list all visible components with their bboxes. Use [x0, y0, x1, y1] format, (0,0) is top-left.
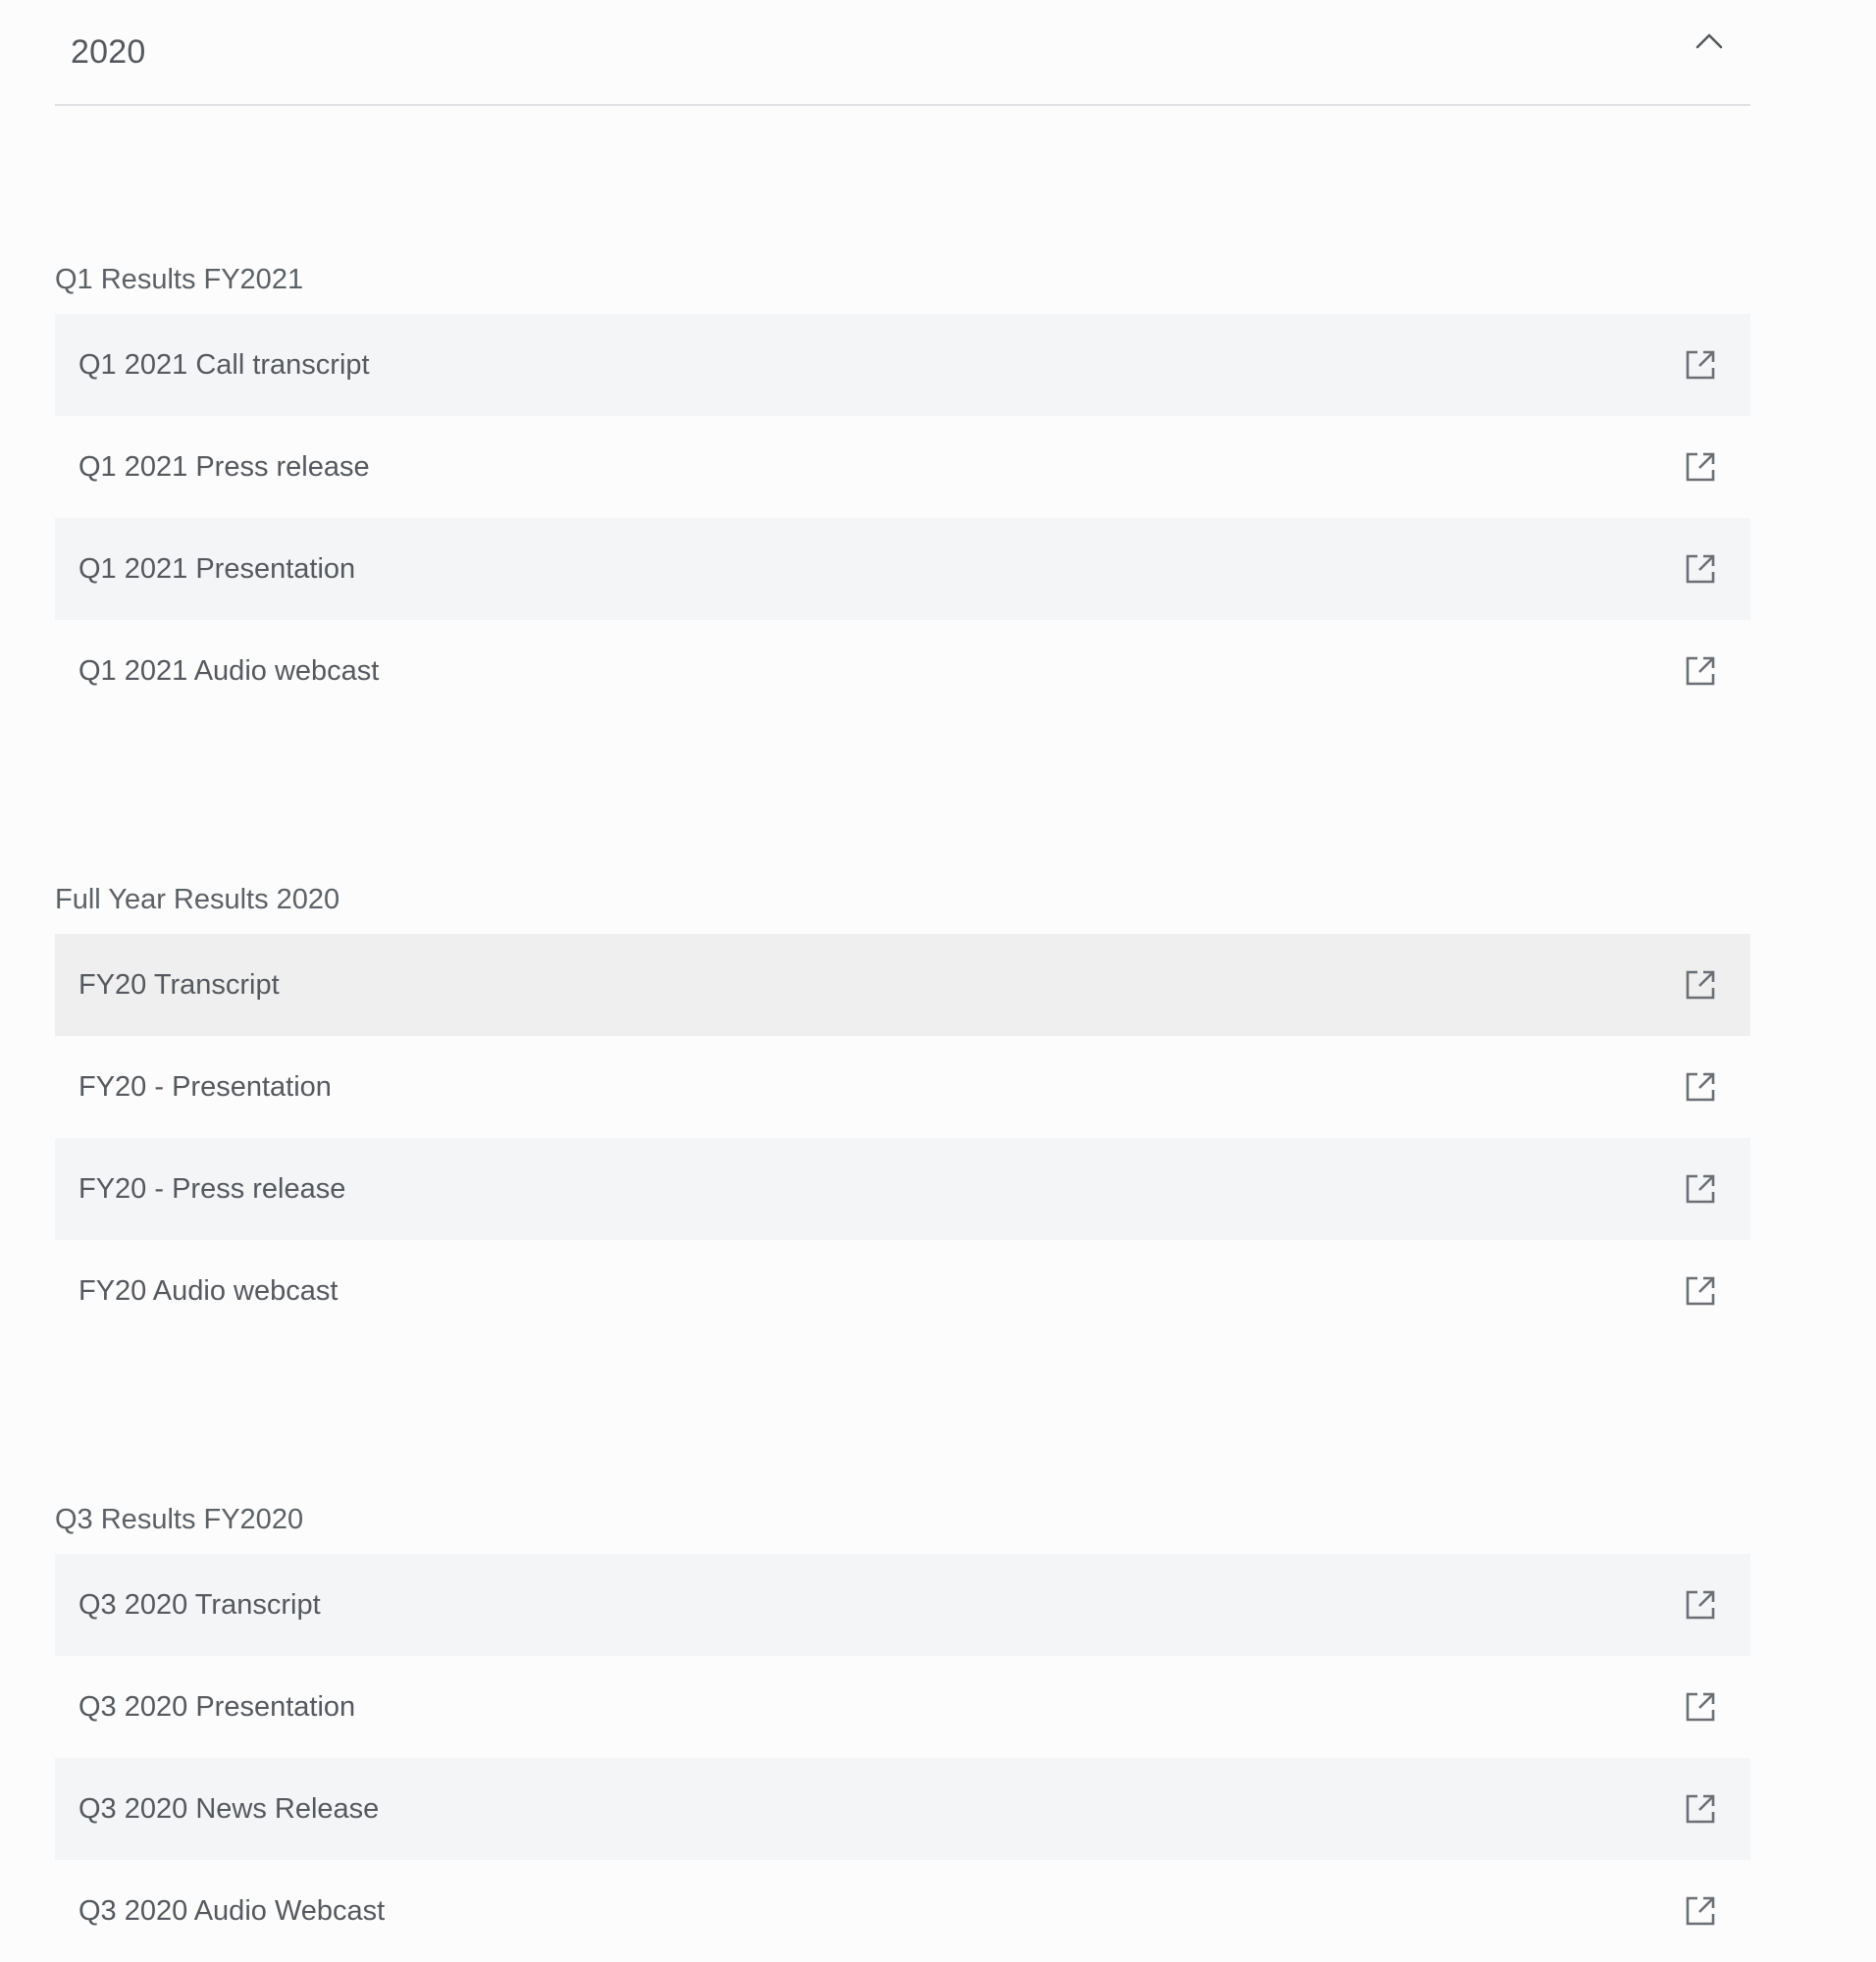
document-row[interactable]: FY20 - Presentation [55, 1036, 1750, 1138]
accordion-header-2020[interactable]: 2020 [55, 0, 1750, 106]
external-link-icon[interactable] [1684, 654, 1717, 688]
document-link-label[interactable]: Q3 2020 News Release [55, 1793, 379, 1826]
document-row[interactable]: Q1 2021 Press release [55, 416, 1750, 518]
document-link-label[interactable]: Q1 2021 Presentation [55, 553, 355, 586]
document-row[interactable]: FY20 Transcript [55, 934, 1750, 1036]
chevron-up-icon[interactable] [1690, 22, 1729, 61]
external-link-icon[interactable] [1684, 1792, 1717, 1826]
group-full-year-results-2020: Full Year Results 2020 FY20 Transcript F… [55, 865, 1750, 1342]
document-link-label[interactable]: Q1 2021 Press release [55, 451, 370, 484]
external-link-icon[interactable] [1684, 1690, 1717, 1724]
group-title: Full Year Results 2020 [55, 884, 340, 915]
document-row[interactable]: Q3 2020 Audio Webcast [55, 1860, 1750, 1962]
document-row[interactable]: FY20 Audio webcast [55, 1240, 1750, 1342]
group-q3-results-fy2020: Q3 Results FY2020 Q3 2020 Transcript Q3 … [55, 1485, 1750, 1962]
document-row[interactable]: Q1 2021 Call transcript [55, 314, 1750, 416]
external-link-icon[interactable] [1684, 1274, 1717, 1308]
external-link-icon[interactable] [1684, 1070, 1717, 1104]
document-row[interactable]: FY20 - Press release [55, 1138, 1750, 1240]
group-title: Q1 Results FY2021 [55, 264, 304, 295]
document-link-label[interactable]: Q3 2020 Presentation [55, 1691, 355, 1724]
external-link-icon[interactable] [1684, 450, 1717, 484]
external-link-icon[interactable] [1684, 348, 1717, 382]
document-list: Q3 2020 Transcript Q3 2020 Presentation … [55, 1554, 1750, 1962]
external-link-icon[interactable] [1684, 552, 1717, 586]
document-link-label[interactable]: Q1 2021 Call transcript [55, 349, 370, 382]
document-link-label[interactable]: FY20 - Presentation [55, 1071, 332, 1104]
document-link-label[interactable]: FY20 - Press release [55, 1173, 345, 1206]
external-link-icon[interactable] [1684, 1588, 1717, 1622]
external-link-icon[interactable] [1684, 968, 1717, 1002]
group-title: Q3 Results FY2020 [55, 1504, 304, 1535]
document-link-label[interactable]: Q1 2021 Audio webcast [55, 655, 379, 688]
document-row[interactable]: Q3 2020 Transcript [55, 1554, 1750, 1656]
document-link-label[interactable]: Q3 2020 Transcript [55, 1589, 321, 1622]
year-accordion: 2020 Q1 Results FY2021 Q1 2021 Call tran… [55, 0, 1750, 1962]
external-link-icon[interactable] [1684, 1894, 1717, 1928]
results-page: 2020 Q1 Results FY2021 Q1 2021 Call tran… [0, 0, 1876, 1927]
document-row[interactable]: Q1 2021 Audio webcast [55, 620, 1750, 722]
document-row[interactable]: Q3 2020 Presentation [55, 1656, 1750, 1758]
document-link-label[interactable]: FY20 Transcript [55, 969, 280, 1002]
group-q1-results-fy2021: Q1 Results FY2021 Q1 2021 Call transcrip… [55, 245, 1750, 722]
document-list: FY20 Transcript FY20 - Presentation FY20… [55, 934, 1750, 1342]
document-list: Q1 2021 Call transcript Q1 2021 Press re… [55, 314, 1750, 722]
external-link-icon[interactable] [1684, 1172, 1717, 1206]
document-row[interactable]: Q1 2021 Presentation [55, 518, 1750, 620]
document-link-label[interactable]: Q3 2020 Audio Webcast [55, 1895, 385, 1928]
accordion-year-label: 2020 [71, 32, 146, 71]
document-row[interactable]: Q3 2020 News Release [55, 1758, 1750, 1860]
document-link-label[interactable]: FY20 Audio webcast [55, 1275, 338, 1308]
